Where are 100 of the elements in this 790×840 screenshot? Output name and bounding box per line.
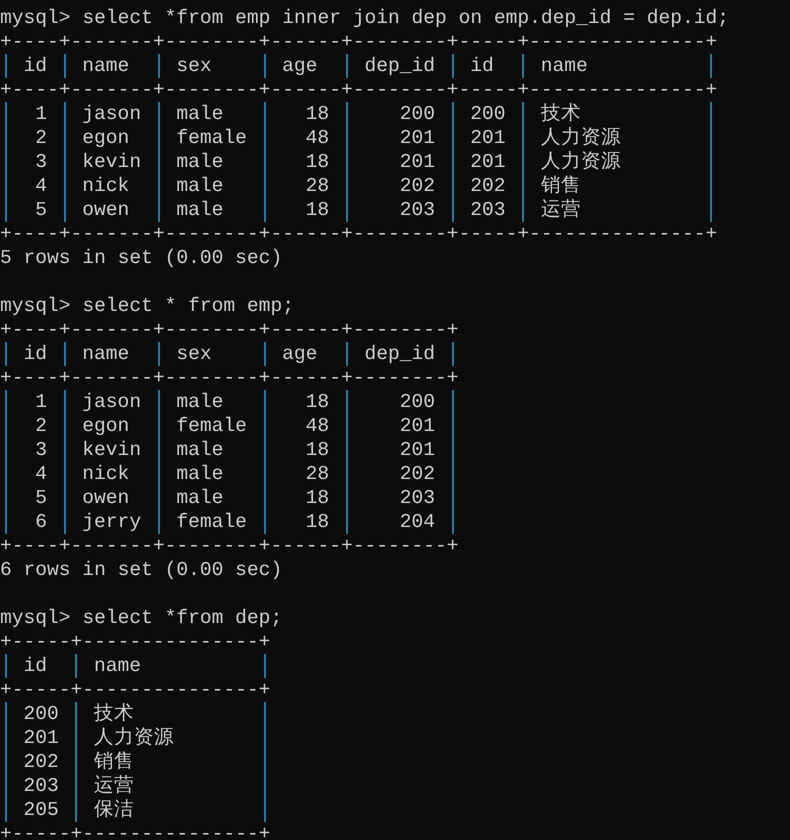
table-cell: 人力资源 [94, 726, 174, 750]
table-cell: 203 [470, 198, 506, 222]
column-header: sex [176, 54, 212, 78]
column-header: id [24, 342, 48, 366]
table-cell: 18 [306, 102, 330, 126]
table-cell: 201 [400, 150, 435, 174]
table-cell: 保洁 [94, 798, 134, 822]
table-cell: 201 [400, 126, 435, 150]
table-border: +----+-------+--------+------+--------+-----+---------------+ [0, 78, 718, 102]
table-cell: owen [82, 198, 130, 222]
table-cell: 200 [400, 102, 435, 126]
result-summary: 6 rows in set (0.00 sec) [0, 558, 282, 582]
table-cell: 48 [306, 126, 330, 150]
table-cell: 1 [35, 102, 48, 126]
table-cell: 203 [400, 486, 435, 510]
table-border: +----+-------+--------+------+--------+-----+---------------+ [0, 222, 718, 246]
table-cell: 2 [35, 414, 48, 438]
table-cell: 18 [306, 390, 330, 414]
table-cell: 28 [306, 174, 330, 198]
table-cell: male [176, 102, 224, 126]
table-cell: 202 [24, 750, 59, 774]
table-cell: male [176, 174, 224, 198]
table-cell: 6 [35, 510, 48, 534]
table-cell: nick [82, 174, 130, 198]
table-cell: 技术 [94, 702, 134, 726]
table-cell: male [176, 150, 224, 174]
table-border: +-----+---------------+ [0, 678, 270, 702]
table-cell: 18 [306, 198, 330, 222]
table-cell: 4 [35, 462, 48, 486]
table-border: +----+-------+--------+------+--------+ [0, 366, 459, 390]
table-cell: 201 [400, 414, 435, 438]
table-cell: egon [82, 126, 130, 150]
table-cell: 1 [35, 390, 48, 414]
column-header: dep_id [364, 342, 435, 366]
table-cell: male [176, 438, 224, 462]
table-cell: 204 [400, 510, 435, 534]
table-cell: 203 [400, 198, 435, 222]
table-cell: nick [82, 462, 130, 486]
table-cell: 48 [306, 414, 330, 438]
table-border: +----+-------+--------+------+--------+ [0, 318, 459, 342]
table-cell: 人力资源 [540, 126, 621, 150]
column-header: id [24, 654, 48, 678]
table-cell: female [176, 414, 247, 438]
column-header: age [282, 54, 318, 78]
command-text: select * from emp; [82, 294, 294, 318]
table-cell: kevin [82, 438, 142, 462]
table-cell: 200 [24, 702, 59, 726]
table-cell: 201 [470, 126, 506, 150]
table-cell: 205 [24, 798, 59, 822]
table-cell: 18 [306, 510, 330, 534]
result-summary: 5 rows in set (0.00 sec) [0, 246, 282, 270]
table-cell: 201 [24, 726, 59, 750]
table-cell: 28 [306, 462, 330, 486]
table-cell: female [176, 126, 247, 150]
table-cell: jason [82, 102, 142, 126]
prompt-text: mysql> [0, 6, 71, 30]
table-cell: 2 [35, 126, 48, 150]
table-cell: 5 [35, 198, 48, 222]
table-border: +-----+---------------+ [0, 630, 270, 654]
table-cell: 3 [35, 438, 48, 462]
table-cell: jerry [82, 510, 142, 534]
table-cell: 18 [306, 438, 330, 462]
command-text: select *from emp inner join dep on emp.dep_id = dep.id; [82, 6, 730, 30]
column-header: dep_id [364, 54, 435, 78]
table-cell: 18 [306, 486, 330, 510]
table-cell: 3 [35, 150, 48, 174]
column-header: id [24, 54, 48, 78]
table-cell: 201 [470, 150, 506, 174]
table-cell: female [176, 510, 247, 534]
table-cell: 18 [306, 150, 330, 174]
table-cell: 200 [470, 102, 506, 126]
table-cell: 202 [470, 174, 506, 198]
table-cell: 运营 [540, 198, 581, 222]
table-cell: 人力资源 [540, 150, 621, 174]
column-header: name [540, 54, 588, 78]
table-cell: 销售 [94, 750, 134, 774]
prompt-text: mysql> [0, 294, 71, 318]
table-cell: male [176, 462, 224, 486]
table-cell: 4 [35, 174, 48, 198]
table-cell: jason [82, 390, 142, 414]
table-cell: 201 [400, 438, 435, 462]
table-cell: kevin [82, 150, 142, 174]
column-header: sex [176, 342, 212, 366]
table-cell: 203 [24, 774, 59, 798]
table-cell: 200 [400, 390, 435, 414]
table-cell: 202 [400, 462, 435, 486]
table-cell: male [176, 198, 224, 222]
table-cell: owen [82, 486, 130, 510]
column-header: name [82, 54, 130, 78]
table-cell: male [176, 390, 224, 414]
column-header: name [82, 342, 130, 366]
table-border: +----+-------+--------+------+--------+-----+---------------+ [0, 30, 718, 54]
column-header: name [94, 654, 142, 678]
table-cell: male [176, 486, 224, 510]
table-border: +-----+---------------+ [0, 822, 270, 840]
table-cell: 5 [35, 486, 48, 510]
table-border: +----+-------+--------+------+--------+ [0, 534, 459, 558]
table-cell: 运营 [94, 774, 134, 798]
prompt-text: mysql> [0, 606, 71, 630]
table-cell: 202 [400, 174, 435, 198]
